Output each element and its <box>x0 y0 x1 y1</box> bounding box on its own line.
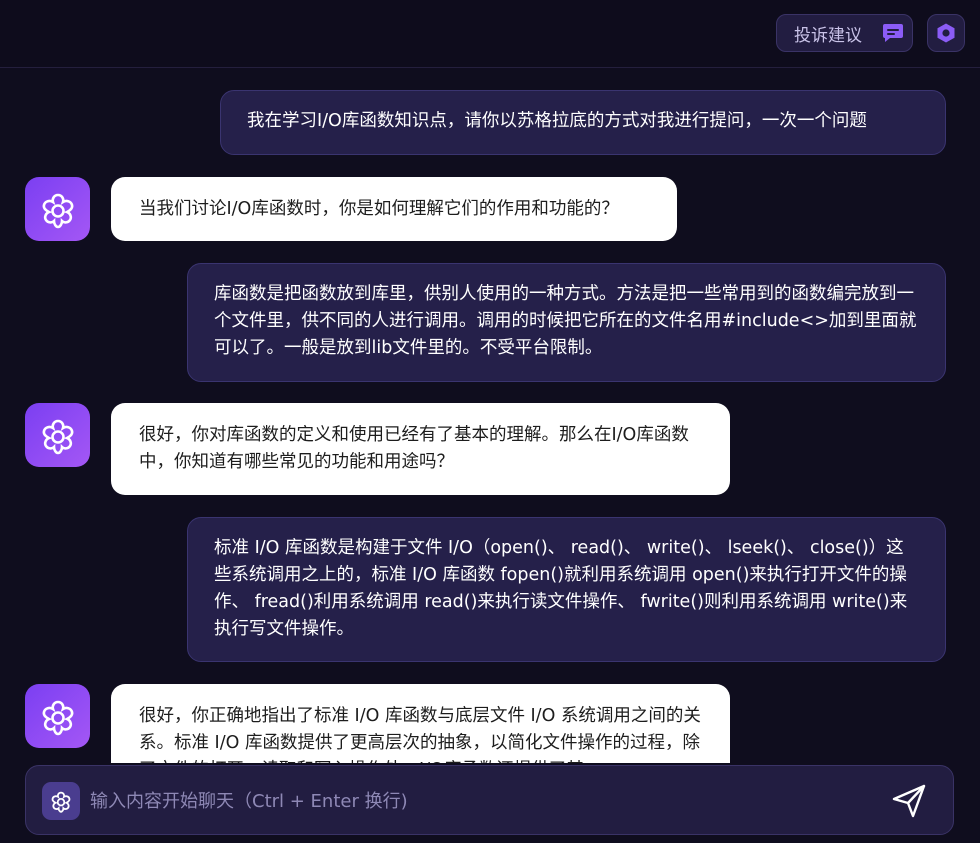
user-message: 标准 I/O 库函数是构建于文件 I/O（open()、 read()、 wri… <box>187 517 946 662</box>
input-logo-button[interactable] <box>42 782 80 820</box>
chat-input[interactable] <box>90 784 870 818</box>
message-text: 我在学习I/O库函数知识点，请你以苏格拉底的方式对我进行提问，一次一个问题 <box>247 111 867 131</box>
message-text: 当我们讨论I/O库函数时，你是如何理解它们的作用和功能的？ <box>139 199 619 219</box>
assistant-message: 当我们讨论I/O库函数时，你是如何理解它们的作用和功能的？ <box>111 177 677 241</box>
message-list: 我在学习I/O库函数知识点，请你以苏格拉底的方式对我进行提问，一次一个问题 当我… <box>0 69 980 763</box>
flower-logo-icon <box>51 791 71 813</box>
settings-button[interactable] <box>927 14 965 52</box>
send-icon <box>892 784 926 818</box>
assistant-avatar <box>25 403 90 467</box>
message-text: 库函数是把函数放到库里，供别人使用的一种方式。方法是把一些常用到的函数编完放到一… <box>214 284 917 358</box>
feedback-label: 投诉建议 <box>794 25 862 46</box>
message-text: 很好，你对库函数的定义和使用已经有了基本的理解。那么在I/O库函数中，你知道有哪… <box>139 425 689 472</box>
assistant-avatar <box>25 684 90 748</box>
flower-logo-icon <box>42 700 73 736</box>
assistant-avatar <box>25 177 90 241</box>
message-text: 很好，你正确地指出了标准 I/O 库函数与底层文件 I/O 系统调用之间的关系。… <box>139 706 701 763</box>
top-bar: 投诉建议 <box>0 0 980 68</box>
send-button[interactable] <box>888 780 930 822</box>
user-message: 我在学习I/O库函数知识点，请你以苏格拉底的方式对我进行提问，一次一个问题 <box>220 90 946 155</box>
assistant-message: 很好，你对库函数的定义和使用已经有了基本的理解。那么在I/O库函数中，你知道有哪… <box>111 403 730 495</box>
chat-app: 投诉建议 我在学习I/O库函数知识点，请你以苏格拉底的方式对我进行提问，一次一个… <box>0 0 980 843</box>
hexagon-settings-icon <box>937 23 955 43</box>
feedback-button[interactable]: 投诉建议 <box>776 14 913 52</box>
message-text: 标准 I/O 库函数是构建于文件 I/O（open()、 read()、 wri… <box>214 538 908 639</box>
flower-logo-icon <box>42 193 73 229</box>
user-message: 库函数是把函数放到库里，供别人使用的一种方式。方法是把一些常用到的函数编完放到一… <box>187 263 946 382</box>
chat-input-bar <box>25 765 954 835</box>
chat-bubble-icon <box>883 24 903 42</box>
assistant-message: 很好，你正确地指出了标准 I/O 库函数与底层文件 I/O 系统调用之间的关系。… <box>111 684 730 763</box>
flower-logo-icon <box>42 419 73 455</box>
